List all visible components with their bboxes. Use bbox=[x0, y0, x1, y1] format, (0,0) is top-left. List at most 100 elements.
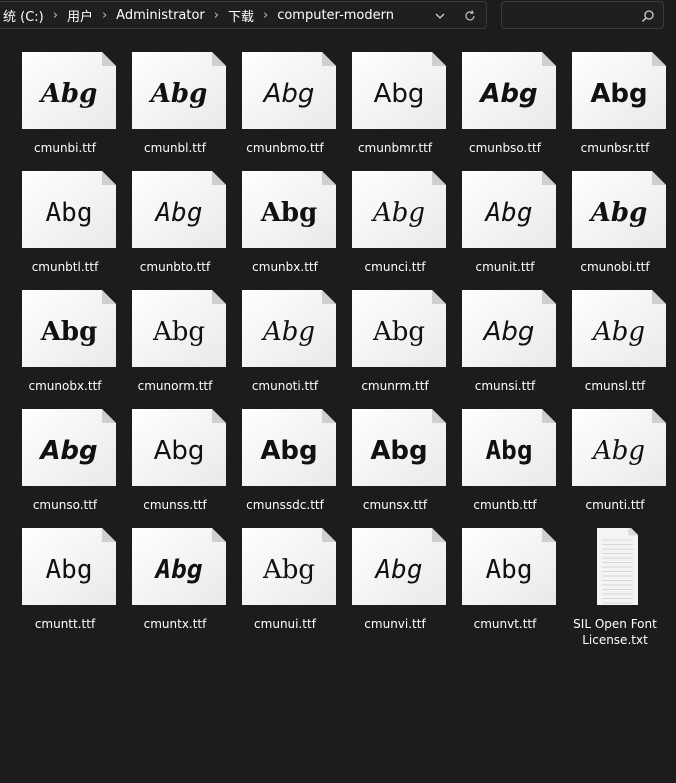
file-name-label: cmunsx.ttf bbox=[362, 498, 428, 512]
font-file-icon: Abg bbox=[242, 290, 336, 367]
file-item[interactable]: Abg cmunsx.ttf bbox=[340, 397, 450, 515]
file-name-label: cmunrm.ttf bbox=[361, 379, 429, 393]
breadcrumb-current-folder[interactable]: computer-modern bbox=[273, 8, 398, 23]
file-name-label: cmunbsr.ttf bbox=[580, 141, 650, 155]
font-sample-text: Abg bbox=[372, 316, 426, 347]
file-item[interactable]: Abg cmunso.ttf bbox=[10, 397, 120, 515]
file-item[interactable]: Abg cmunti.ttf bbox=[560, 397, 670, 515]
chevron-right-icon[interactable]: › bbox=[97, 8, 112, 23]
file-item[interactable]: Abg cmunrm.ttf bbox=[340, 278, 450, 396]
file-item[interactable]: Abg cmunorm.ttf bbox=[120, 278, 230, 396]
font-sample-text: Abg bbox=[155, 554, 203, 585]
file-item[interactable]: Abg cmunbso.ttf bbox=[450, 40, 560, 158]
file-name-label: cmunobx.ttf bbox=[28, 379, 102, 393]
file-name-label: cmunso.ttf bbox=[32, 498, 98, 512]
file-item[interactable]: Abg cmuntx.ttf bbox=[120, 516, 230, 634]
font-file-icon: Abg bbox=[22, 528, 116, 605]
font-sample-text: Abg bbox=[45, 197, 93, 228]
file-name-label: cmuntt.ttf bbox=[34, 617, 96, 631]
file-item[interactable]: Abg cmunss.ttf bbox=[120, 397, 230, 515]
file-item[interactable]: Abg cmuntt.ttf bbox=[10, 516, 120, 634]
font-file-icon: Abg bbox=[242, 528, 336, 605]
file-name-label: cmunbmo.ttf bbox=[246, 141, 324, 155]
font-sample-text: Abg bbox=[262, 316, 316, 347]
font-file-icon: Abg bbox=[352, 171, 446, 248]
file-item[interactable]: Abg cmunbto.ttf bbox=[120, 159, 230, 277]
font-file-icon: Abg bbox=[352, 409, 446, 486]
font-file-icon: Abg bbox=[22, 290, 116, 367]
file-item[interactable]: Abg cmuntb.ttf bbox=[450, 397, 560, 515]
file-name-label: cmunbl.ttf bbox=[144, 141, 206, 155]
font-sample-text: Abg bbox=[260, 197, 318, 228]
file-item[interactable]: Abg cmunbsr.ttf bbox=[560, 40, 670, 158]
font-sample-text: Abg bbox=[40, 316, 98, 347]
font-file-icon: Abg bbox=[22, 52, 116, 129]
file-name-label: cmunvt.ttf bbox=[473, 617, 537, 631]
file-item[interactable]: Abg cmunoti.ttf bbox=[230, 278, 340, 396]
text-file-icon bbox=[572, 528, 666, 605]
breadcrumb-drive[interactable]: 统 (C:) bbox=[0, 6, 48, 25]
font-file-icon: Abg bbox=[462, 528, 556, 605]
chevron-right-icon[interactable]: › bbox=[258, 8, 273, 23]
file-item[interactable]: Abg cmunbx.ttf bbox=[230, 159, 340, 277]
font-sample-text: Abg bbox=[45, 554, 93, 585]
breadcrumb-administrator[interactable]: Administrator bbox=[112, 8, 209, 23]
breadcrumb: 统 (C:) › 用户 › Administrator › 下载 › compu… bbox=[0, 6, 398, 25]
search-box[interactable] bbox=[501, 1, 664, 29]
font-sample-text: Abg bbox=[370, 435, 428, 466]
file-name-label: cmunbx.ttf bbox=[252, 260, 318, 274]
font-sample-text: Abg bbox=[483, 316, 535, 347]
file-item[interactable]: Abg cmunssdc.ttf bbox=[230, 397, 340, 515]
font-file-icon: Abg bbox=[22, 171, 116, 248]
file-item[interactable]: Abg cmunvt.ttf bbox=[450, 516, 560, 634]
font-sample-text: Abg bbox=[592, 316, 646, 347]
file-name-label: cmunobi.ttf bbox=[580, 260, 650, 274]
file-item[interactable]: Abg cmunbl.ttf bbox=[120, 40, 230, 158]
font-file-icon: Abg bbox=[352, 528, 446, 605]
file-name-label: cmunsl.ttf bbox=[584, 379, 646, 393]
file-item[interactable]: Abg cmunobx.ttf bbox=[10, 278, 120, 396]
font-file-icon: Abg bbox=[462, 52, 556, 129]
font-file-icon: Abg bbox=[462, 171, 556, 248]
font-sample-text: Abg bbox=[375, 554, 423, 585]
font-file-icon: Abg bbox=[352, 52, 446, 129]
font-file-icon: Abg bbox=[572, 290, 666, 367]
font-file-icon: Abg bbox=[242, 52, 336, 129]
file-item[interactable]: Abg cmunvi.ttf bbox=[340, 516, 450, 634]
file-name-label: cmunbso.ttf bbox=[469, 141, 541, 155]
file-item[interactable]: Abg cmunui.ttf bbox=[230, 516, 340, 634]
file-item[interactable]: Abg cmunci.ttf bbox=[340, 159, 450, 277]
file-item[interactable]: Abg cmunbi.ttf bbox=[10, 40, 120, 158]
font-sample-text: Abg bbox=[155, 197, 203, 228]
font-file-icon: Abg bbox=[132, 171, 226, 248]
file-item[interactable]: Abg cmunbmr.ttf bbox=[340, 40, 450, 158]
font-sample-text: Abg bbox=[485, 554, 533, 585]
font-file-icon: Abg bbox=[132, 290, 226, 367]
file-item[interactable]: Abg cmunsl.ttf bbox=[560, 278, 670, 396]
font-file-icon: Abg bbox=[572, 52, 666, 129]
breadcrumb-downloads[interactable]: 下载 bbox=[224, 6, 258, 25]
history-dropdown-button[interactable] bbox=[429, 5, 451, 27]
font-sample-text: Abg bbox=[480, 78, 538, 109]
chevron-down-icon bbox=[435, 13, 445, 19]
font-sample-text: Abg bbox=[373, 78, 425, 109]
font-sample-text: Abg bbox=[590, 78, 648, 109]
address-bar[interactable]: 统 (C:) › 用户 › Administrator › 下载 › compu… bbox=[0, 1, 487, 29]
chevron-right-icon[interactable]: › bbox=[209, 8, 224, 23]
breadcrumb-users[interactable]: 用户 bbox=[63, 6, 97, 25]
refresh-button[interactable] bbox=[459, 5, 481, 27]
file-name-label: SIL Open Font License.txt bbox=[573, 617, 657, 647]
file-item[interactable]: Abg cmunobi.ttf bbox=[560, 159, 670, 277]
document-icon bbox=[597, 528, 638, 605]
file-item[interactable]: SIL Open Font License.txt bbox=[560, 516, 670, 647]
font-sample-text: Abg bbox=[485, 435, 533, 466]
font-file-icon: Abg bbox=[572, 409, 666, 486]
file-item[interactable]: Abg cmunbmo.ttf bbox=[230, 40, 340, 158]
font-file-icon: Abg bbox=[352, 290, 446, 367]
file-item[interactable]: Abg cmunbtl.ttf bbox=[10, 159, 120, 277]
font-sample-text: Abg bbox=[152, 316, 206, 347]
file-item[interactable]: Abg cmunit.ttf bbox=[450, 159, 560, 277]
chevron-right-icon[interactable]: › bbox=[48, 8, 63, 23]
file-item[interactable]: Abg cmunsi.ttf bbox=[450, 278, 560, 396]
file-name-label: cmunti.ttf bbox=[585, 498, 645, 512]
